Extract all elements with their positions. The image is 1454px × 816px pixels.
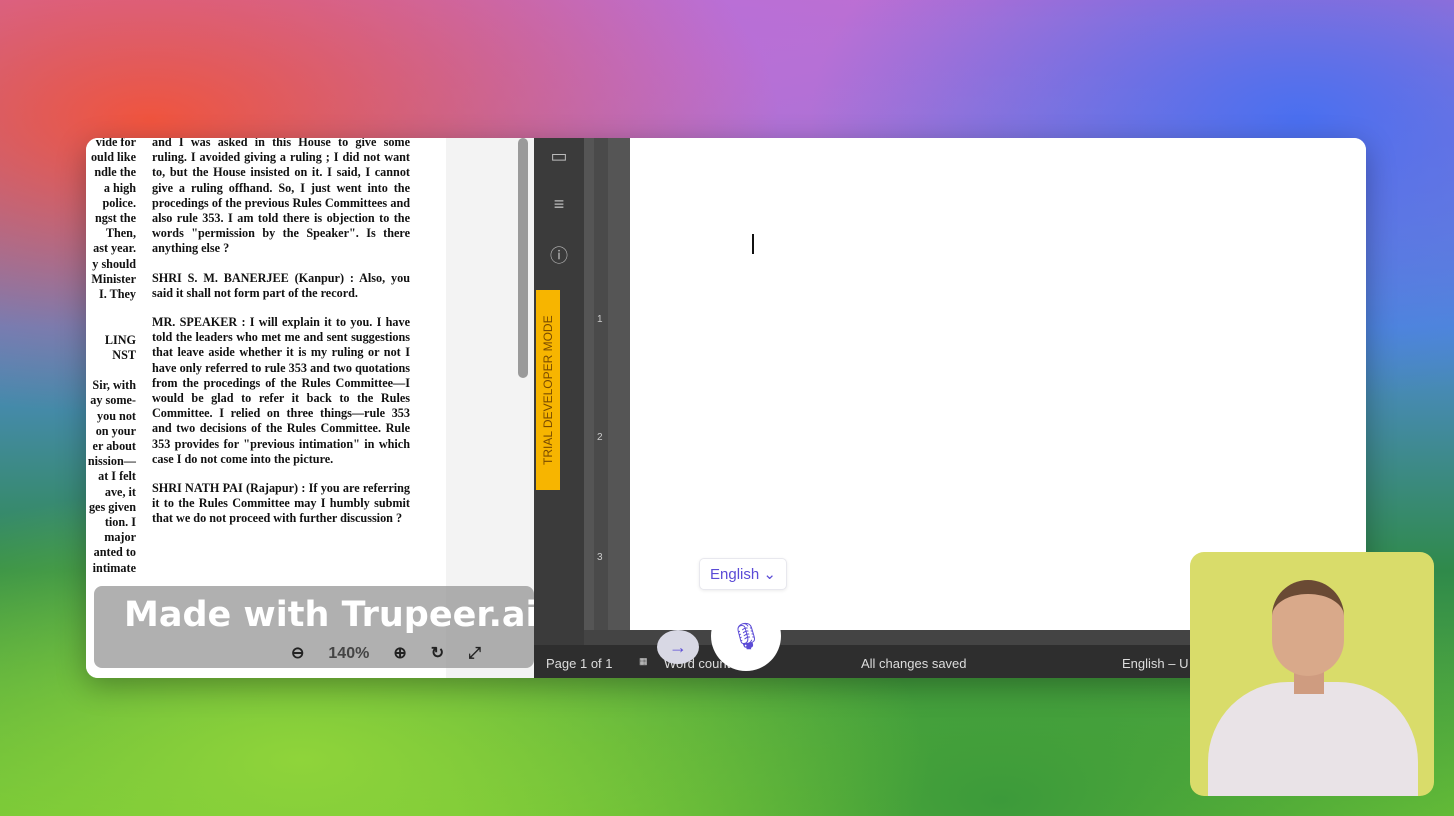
pdf-left-line [86,302,136,317]
pdf-paragraph: SHRI S. M. BANERJEE (Kanpur) : Also, you… [152,270,410,300]
pdf-left-line: Minister [91,271,136,286]
pdf-left-line: ges given [88,499,136,514]
page-indicator: Page 1 of 1 [546,656,613,671]
arrow-right-button[interactable]: → [657,630,699,664]
pdf-left-line: intimate [92,560,136,575]
rotate-icon[interactable]: ↻ [431,645,444,661]
pdf-paragraph: SHRI NATH PAI (Rajapur) : If you are ref… [152,481,410,526]
presenter-body [1208,682,1418,796]
trial-mode-badge: TRIAL DEVELOPER MODE [536,290,560,490]
zoom-out-icon[interactable]: ⊖ [291,645,304,661]
presenter-face [1272,580,1344,676]
microphone-icon: 🎙 [729,620,763,651]
pdf-left-line: NST [112,347,136,362]
chevron-down-icon: ⌄ [763,566,776,583]
fullscreen-icon[interactable]: ⤢ [468,645,481,661]
vertical-ruler: 1 2 3 [584,138,630,645]
pdf-left-line: LING [104,332,136,347]
ruler-mark: 1 [597,314,603,325]
pdf-left-line: nission— [87,454,136,469]
pdf-left-line: ay some- [90,393,136,408]
language-status[interactable]: English – U [1122,656,1188,671]
pdf-right-column: and I was asked in this House to give so… [152,138,410,541]
language-label: English [710,566,760,583]
watermark: Made with Trupeer.ai [124,595,534,635]
pdf-left-line: you not [97,408,136,423]
word-count-icon[interactable]: ▦ [639,656,648,667]
pdf-left-line: at I felt [98,469,136,484]
pdf-left-line: ould like [90,150,136,165]
pdf-toolbar: ⊖ 140% ⊕ ↻ ⤢ [291,645,481,662]
pdf-left-line: y should [92,256,136,271]
outline-icon[interactable]: ≡ [534,194,584,234]
pdf-left-line: anted to [93,545,136,560]
pdf-left-line: vide for [95,138,136,149]
pdf-left-line: police. [102,195,136,210]
pdf-paragraph: MR. SPEAKER : I will explain it to you. … [152,315,410,466]
pdf-left-line: on your [95,423,136,438]
microphone-button[interactable]: 🎙 [711,601,781,671]
pdf-left-line: er about [92,439,136,454]
pdf-left-line: ngst the [95,211,136,226]
ruler-mark: 3 [597,552,603,563]
pdf-left-line: ast year. [93,241,136,256]
save-status: All changes saved [861,656,967,671]
pdf-viewer: vide for ould like ndle the a high police. ng… [86,138,534,678]
pdf-paragraph: and I was asked in this House to give so… [152,138,410,256]
editor-sidebar: ▭ ≡ ⓘ TRIAL DEVELOPER MODE [534,138,584,645]
pdf-left-line: Sir, with [92,378,136,393]
app-window: vide for ould like ndle the a high police. ng… [86,138,1366,678]
text-cursor [752,234,754,254]
pdf-left-line: I. They [98,287,136,302]
zoom-level: 140% [328,645,370,662]
info-icon[interactable]: ⓘ [534,242,584,282]
pdf-left-line: ndle the [94,165,136,180]
presenter-video [1190,552,1434,796]
zoom-in-icon[interactable]: ⊕ [393,645,406,661]
pdf-scrollbar[interactable] [518,138,528,378]
comments-icon[interactable]: ▭ [534,146,584,186]
ruler-mark: 2 [597,432,603,443]
language-dropdown[interactable]: English ⌄ [699,558,787,590]
pdf-left-line: ave, it [104,484,136,499]
pdf-left-line [86,317,136,332]
pdf-left-line: major [104,530,136,545]
pdf-left-line: tion. I [104,515,136,530]
pdf-left-line [86,363,136,378]
pdf-left-line: a high [103,180,136,195]
pdf-left-column: vide for ould like ndle the a high police. ng… [86,138,136,576]
pdf-left-line: Then, [105,226,136,241]
